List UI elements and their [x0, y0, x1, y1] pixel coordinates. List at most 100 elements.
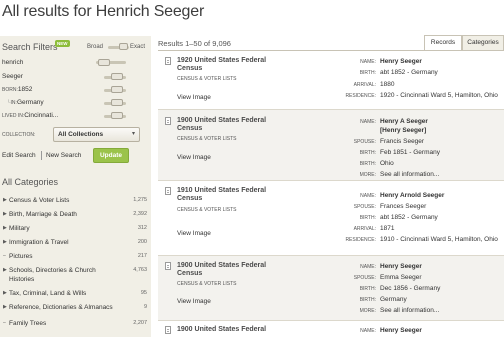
expand-triangle-icon[interactable]: ▶ [3, 303, 7, 312]
birth-year-filter[interactable]: BORN:1852 [2, 85, 32, 95]
tab-categories[interactable]: Categories [462, 35, 504, 51]
last-name-slider-thumb[interactable] [111, 73, 123, 80]
category-label: Pictures [9, 253, 33, 260]
filters-heading: Search Filters [2, 42, 58, 52]
record-title-line[interactable]: Census [177, 125, 302, 133]
view-image-link[interactable]: View Image [177, 298, 211, 305]
category-count: 95 [140, 290, 147, 296]
record-title[interactable]: 1900 United States Federal Census [177, 117, 302, 133]
view-image-link[interactable]: View Image [177, 230, 211, 237]
birth-year-slider-thumb[interactable] [111, 86, 123, 93]
see-all-information-link[interactable]: See all information... [380, 171, 439, 179]
document-icon [165, 117, 171, 125]
field-label: SPOUSE: [353, 139, 376, 145]
field-value: Henry Seeger [380, 58, 422, 65]
expand-triangle-icon[interactable]: ▶ [3, 238, 7, 247]
select-caret-icon: ▾ [131, 131, 135, 137]
new-badge: NEW [55, 40, 70, 47]
tab-records[interactable]: Records [424, 35, 462, 51]
record-title[interactable]: 1920 United States Federal Census [177, 57, 302, 73]
dash-icon: – [3, 320, 6, 326]
field-label: RESIDENCE: [345, 237, 376, 243]
birth-place-slider-thumb[interactable] [111, 99, 123, 106]
record-title-line[interactable]: Census [177, 270, 302, 278]
record-title-line[interactable]: 1920 United States Federal [177, 57, 302, 65]
document-icon [165, 262, 171, 270]
category-label: Immigration & Travel [9, 239, 69, 246]
residence-filter[interactable]: LIVED IN:Cincinnati... [2, 111, 58, 121]
exactness-slider-thumb[interactable] [119, 43, 128, 50]
category-label: Birth, Marriage & Death [9, 211, 77, 218]
new-search-link[interactable]: New Search [46, 152, 81, 159]
residence-slider-thumb[interactable] [111, 112, 123, 119]
category-count: 312 [137, 225, 147, 231]
lived-in-label: LIVED IN: [2, 113, 25, 119]
born-in-value: Germany [16, 99, 44, 106]
field-label: NAME: [360, 193, 376, 199]
record-title-line[interactable]: 1910 United States Federal [177, 187, 302, 195]
field-label: NAME: [360, 59, 376, 65]
category-count: 1,275 [133, 197, 147, 203]
page-title: All results for Henrich Seeger [2, 3, 205, 20]
category-count: 2,207 [133, 320, 147, 326]
view-image-link[interactable]: View Image [177, 94, 211, 101]
field-value: Feb 1851 - Germany [380, 149, 440, 156]
record-collection: CENSUS & VOTER LISTS [177, 76, 237, 82]
expand-triangle-icon[interactable]: ▶ [3, 266, 7, 275]
category-count: 9 [143, 304, 147, 310]
field-label: BIRTH: [359, 161, 376, 167]
first-name-filter[interactable]: henrich [2, 58, 23, 68]
first-name-value: henrich [2, 59, 24, 66]
see-all-information-link[interactable]: See all information... [380, 307, 439, 315]
link-separator [41, 151, 42, 160]
expand-triangle-icon[interactable]: ▶ [3, 224, 7, 233]
category-count: 2,392 [133, 211, 147, 217]
field-value: 1920 - Cincinnati Ward 5, Hamilton, Ohio [380, 92, 498, 99]
field-value: 1871 [380, 225, 395, 232]
field-label: BIRTH: [359, 286, 376, 292]
record-collection: CENSUS & VOTER LISTS [177, 281, 237, 287]
field-label: NAME: [360, 119, 376, 125]
result-record: 1910 United States Federal Census CENSUS… [158, 181, 504, 255]
expand-triangle-icon[interactable]: ▶ [3, 210, 7, 219]
born-value: 1852 [17, 86, 33, 93]
last-name-value: Seeger [2, 73, 23, 80]
first-name-slider-thumb[interactable] [98, 59, 110, 66]
edit-search-link[interactable]: Edit Search [2, 152, 36, 159]
field-value: abt 1852 - Germany [380, 214, 438, 221]
result-record: 1920 United States Federal Census CENSUS… [158, 51, 504, 109]
update-button[interactable]: Update [93, 148, 129, 163]
birth-place-filter[interactable]: └IN:Germany [7, 98, 44, 108]
field-label: NAME: [360, 328, 376, 334]
record-title-line[interactable]: 1900 United States Federal [177, 326, 302, 334]
categories-heading: All Categories [2, 177, 59, 187]
field-value: Francis Seeger [380, 138, 425, 145]
record-title-line[interactable]: 1900 United States Federal [177, 117, 302, 125]
last-name-filter[interactable]: Seeger [2, 72, 23, 82]
record-title[interactable]: 1900 United States Federal [177, 326, 302, 334]
record-title[interactable]: 1910 United States Federal Census [177, 187, 302, 203]
broad-label: Broad [87, 44, 104, 50]
exact-label: Exact [130, 44, 146, 50]
category-label: Census & Voter Lists [9, 197, 70, 204]
record-title-line[interactable]: 1900 United States Federal [177, 262, 302, 270]
record-title-line[interactable]: Census [177, 195, 302, 203]
collection-select-value: All Collections [58, 131, 104, 138]
category-count: 217 [137, 253, 147, 259]
field-label: BIRTH: [359, 150, 376, 156]
field-label: SPOUSE: [353, 204, 376, 210]
category-count: 4,763 [133, 267, 147, 273]
collection-select[interactable]: All Collections ▾ [53, 127, 140, 142]
collection-label: COLLECTION: [2, 132, 36, 138]
expand-triangle-icon[interactable]: ▶ [3, 196, 7, 205]
results-count: Results 1–50 of 9,096 [158, 39, 231, 48]
record-title[interactable]: 1900 United States Federal Census [177, 262, 302, 278]
result-record: 1900 United States Federal NAME: Henry S… [158, 321, 504, 337]
field-value: Emma Seeger [380, 274, 422, 281]
field-value: Henry Seeger [380, 263, 422, 270]
view-image-link[interactable]: View Image [177, 154, 211, 161]
expand-triangle-icon[interactable]: ▶ [3, 289, 7, 298]
field-value: Dec 1856 - Germany [380, 285, 441, 292]
field-label: BIRTH: [359, 70, 376, 76]
record-title-line[interactable]: Census [177, 65, 302, 73]
